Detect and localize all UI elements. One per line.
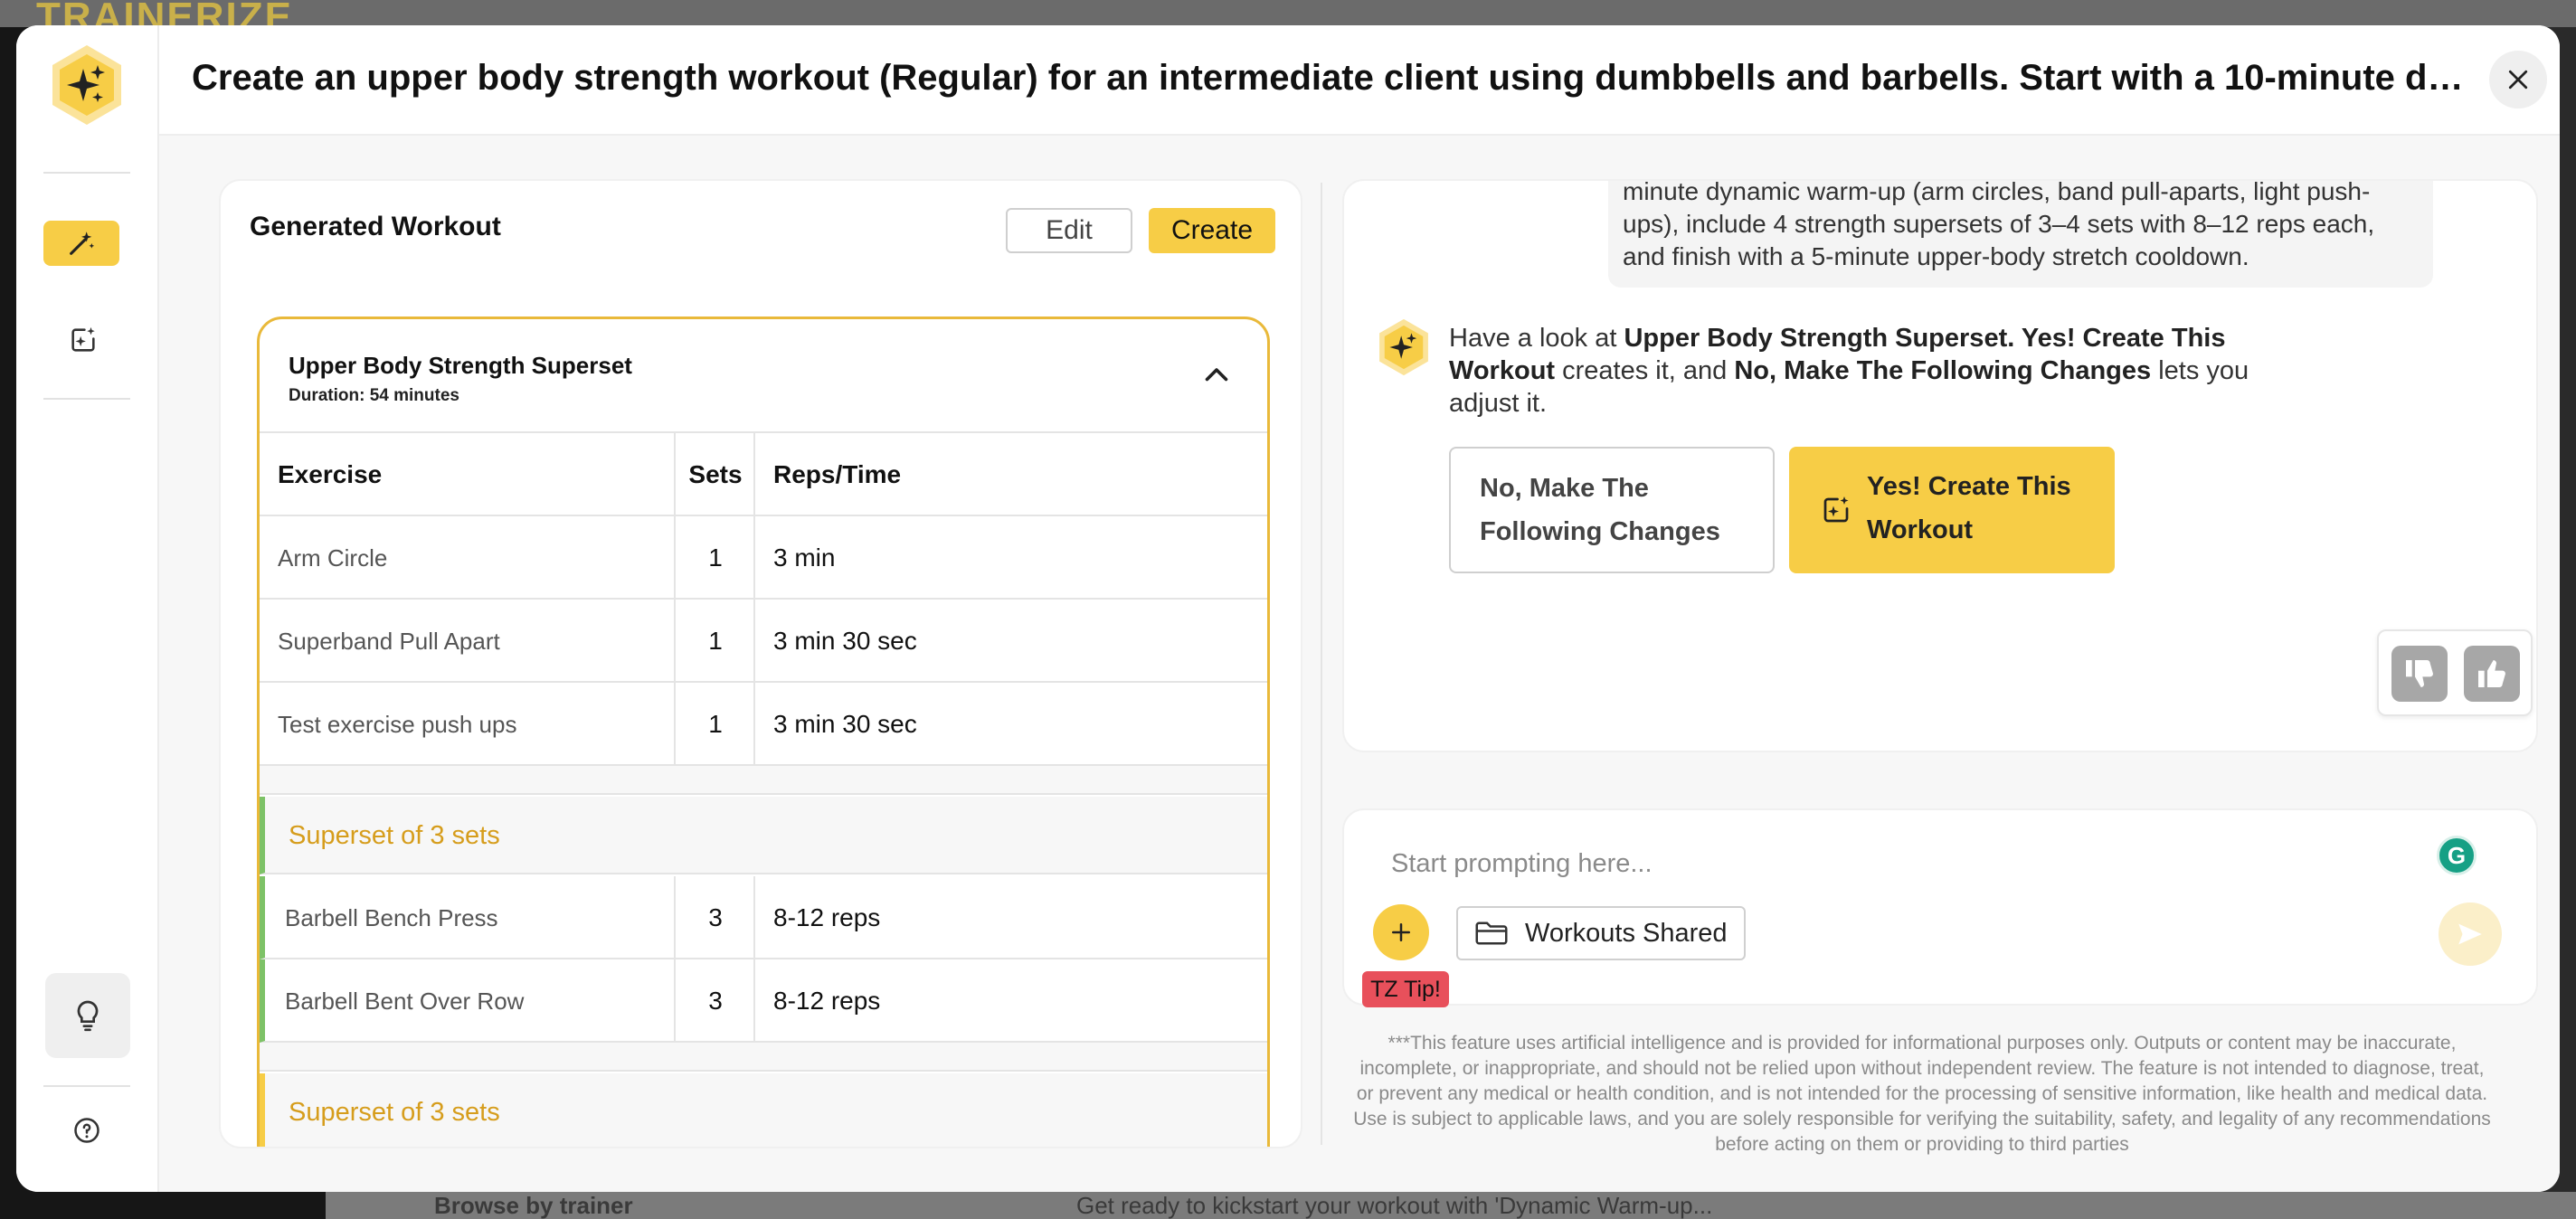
workout-name: Upper Body Strength Superset (289, 352, 632, 379)
superset-label: Superset of 3 sets (289, 821, 500, 850)
assistant-message-text: creates it, and (1555, 356, 1735, 385)
tips-button[interactable] (45, 973, 130, 1058)
send-button[interactable] (2439, 902, 2502, 966)
close-button[interactable] (2489, 51, 2547, 109)
generated-workout-title: Generated Workout (250, 212, 501, 241)
tz-tip-badge[interactable]: TZ Tip! (1362, 971, 1449, 1007)
exercise-reps: 3 min (773, 543, 836, 572)
backdrop-bottombar: Browse by trainer Get ready to kickstart… (326, 1192, 2576, 1219)
exercise-sets: 1 (708, 627, 723, 655)
table-header-row: Exercise Sets Reps/Time (260, 433, 1267, 516)
user-message-bubble: minute dynamic warm-up (arm circles, ban… (1608, 181, 2433, 288)
superset-header: Superset of 3 sets (260, 797, 1267, 874)
table-row: Arm Circle 1 3 min (260, 516, 1267, 600)
workout-card-header[interactable]: Upper Body Strength Superset Duration: 5… (260, 319, 1267, 433)
exercise-sets: 1 (708, 543, 723, 572)
column-header-reps: Reps/Time (773, 460, 902, 488)
generated-workout-panel: Generated Workout Edit Create Upper Body… (219, 179, 1302, 1148)
ai-image-nav-button[interactable] (60, 317, 107, 364)
chevron-up-icon[interactable] (1200, 359, 1233, 392)
help-icon (74, 1118, 99, 1143)
edit-button[interactable]: Edit (1006, 208, 1132, 253)
assistant-message-bold: . (2007, 324, 2022, 353)
table-row: Test exercise push ups 1 3 min 30 sec (260, 683, 1267, 766)
assistant-message-bold: Upper Body Strength Superset (1624, 324, 2008, 353)
chat-panel: minute dynamic warm-up (arm circles, ban… (1342, 179, 2538, 752)
send-icon (2458, 923, 2482, 945)
column-divider (753, 600, 755, 683)
modal-title: Create an upper body strength workout (R… (192, 58, 2471, 98)
panel-divider (1321, 183, 1322, 1145)
assistant-message-bold: No, Make The Following Changes (1734, 356, 2152, 385)
column-divider (753, 433, 755, 516)
exercise-name: Test exercise push ups (278, 711, 517, 738)
exercise-name: Barbell Bent Over Row (285, 987, 525, 1015)
workouts-shared-chip[interactable]: Workouts Shared (1456, 906, 1746, 960)
exercise-sets: 1 (708, 710, 723, 738)
modal-side-rail (16, 25, 159, 1192)
exercise-name: Arm Circle (278, 544, 388, 572)
ai-image-icon (1823, 496, 1849, 523)
prompt-input[interactable] (1391, 843, 2386, 884)
plus-icon (1392, 923, 1410, 941)
chip-label: Workouts Shared (1525, 918, 1728, 948)
exercise-reps: 3 min 30 sec (773, 627, 917, 655)
rail-divider (43, 172, 130, 174)
backdrop-browse-label: Browse by trainer (434, 1192, 633, 1219)
ai-disclaimer: ***This feature uses artificial intellig… (1353, 1033, 2491, 1155)
feedback-toolbar (2377, 629, 2533, 716)
exercise-reps: 8-12 reps (773, 987, 881, 1015)
assistant-message: Have a look at Upper Body Strength Super… (1449, 322, 2263, 420)
create-button[interactable]: Create (1149, 208, 1275, 253)
section-gap (260, 1043, 1267, 1072)
ai-workout-modal: Create an upper body strength workout (R… (16, 25, 2560, 1192)
create-workout-option-button[interactable]: Yes! Create This Workout (1789, 447, 2115, 573)
workout-duration: Duration: 54 minutes (289, 386, 459, 405)
prompt-panel: G Workouts Shared (1342, 808, 2538, 1006)
exercise-sets: 3 (708, 987, 723, 1015)
exercise-sets: 3 (708, 903, 723, 931)
thumbs-down-button[interactable] (2391, 646, 2448, 702)
magic-wand-nav-button[interactable] (43, 221, 119, 266)
modal-header: Create an upper body strength workout (R… (159, 25, 2560, 136)
exercise-name: Superband Pull Apart (278, 628, 500, 655)
column-divider (753, 876, 755, 959)
column-header-sets: Sets (688, 460, 743, 488)
thumbs-up-button[interactable] (2464, 646, 2520, 702)
sparkle-logo-icon (52, 45, 121, 125)
thumbs-up-icon (2478, 660, 2505, 687)
assistant-message-text: Have a look at (1449, 324, 1624, 353)
ai-image-icon (71, 326, 95, 352)
table-row: Barbell Bench Press 3 8-12 reps (260, 876, 1267, 959)
workout-card: Upper Body Strength Superset Duration: 5… (257, 317, 1270, 1147)
magic-wand-icon (70, 232, 95, 255)
table-row: Superband Pull Apart 1 3 min 30 sec (260, 600, 1267, 683)
superset-label: Superset of 3 sets (289, 1098, 500, 1127)
superset-header: Superset of 3 sets (260, 1073, 1267, 1147)
help-button[interactable] (67, 1110, 107, 1150)
close-icon (2508, 70, 2528, 90)
backdrop-hint-text: Get ready to kickstart your workout with… (1076, 1192, 1713, 1219)
exercise-reps: 8-12 reps (773, 903, 881, 931)
lightbulb-icon (77, 1000, 99, 1032)
sparkle-avatar-icon (1379, 318, 1428, 376)
column-divider (753, 516, 755, 600)
column-divider (753, 959, 755, 1043)
create-workout-option-label: Yes! Create This Workout (1867, 472, 2071, 544)
table-row: Barbell Bent Over Row 3 8-12 reps (260, 959, 1267, 1043)
backdrop-topbar: TRAINERIZE (0, 0, 2576, 39)
column-divider (753, 683, 755, 766)
thumbs-down-icon (2406, 660, 2433, 687)
folder-icon (1475, 921, 1508, 945)
column-header-exercise: Exercise (278, 460, 383, 488)
modal-content: Generated Workout Edit Create Upper Body… (159, 136, 2560, 1192)
add-attachment-button[interactable] (1373, 904, 1429, 960)
rail-divider (43, 398, 130, 400)
exercise-name: Barbell Bench Press (285, 904, 498, 931)
section-gap (260, 766, 1267, 795)
make-changes-option-button[interactable]: No, Make The Following Changes (1449, 447, 1775, 573)
rail-divider (43, 1085, 130, 1087)
exercise-reps: 3 min 30 sec (773, 710, 917, 738)
grammarly-icon[interactable]: G (2437, 836, 2477, 875)
